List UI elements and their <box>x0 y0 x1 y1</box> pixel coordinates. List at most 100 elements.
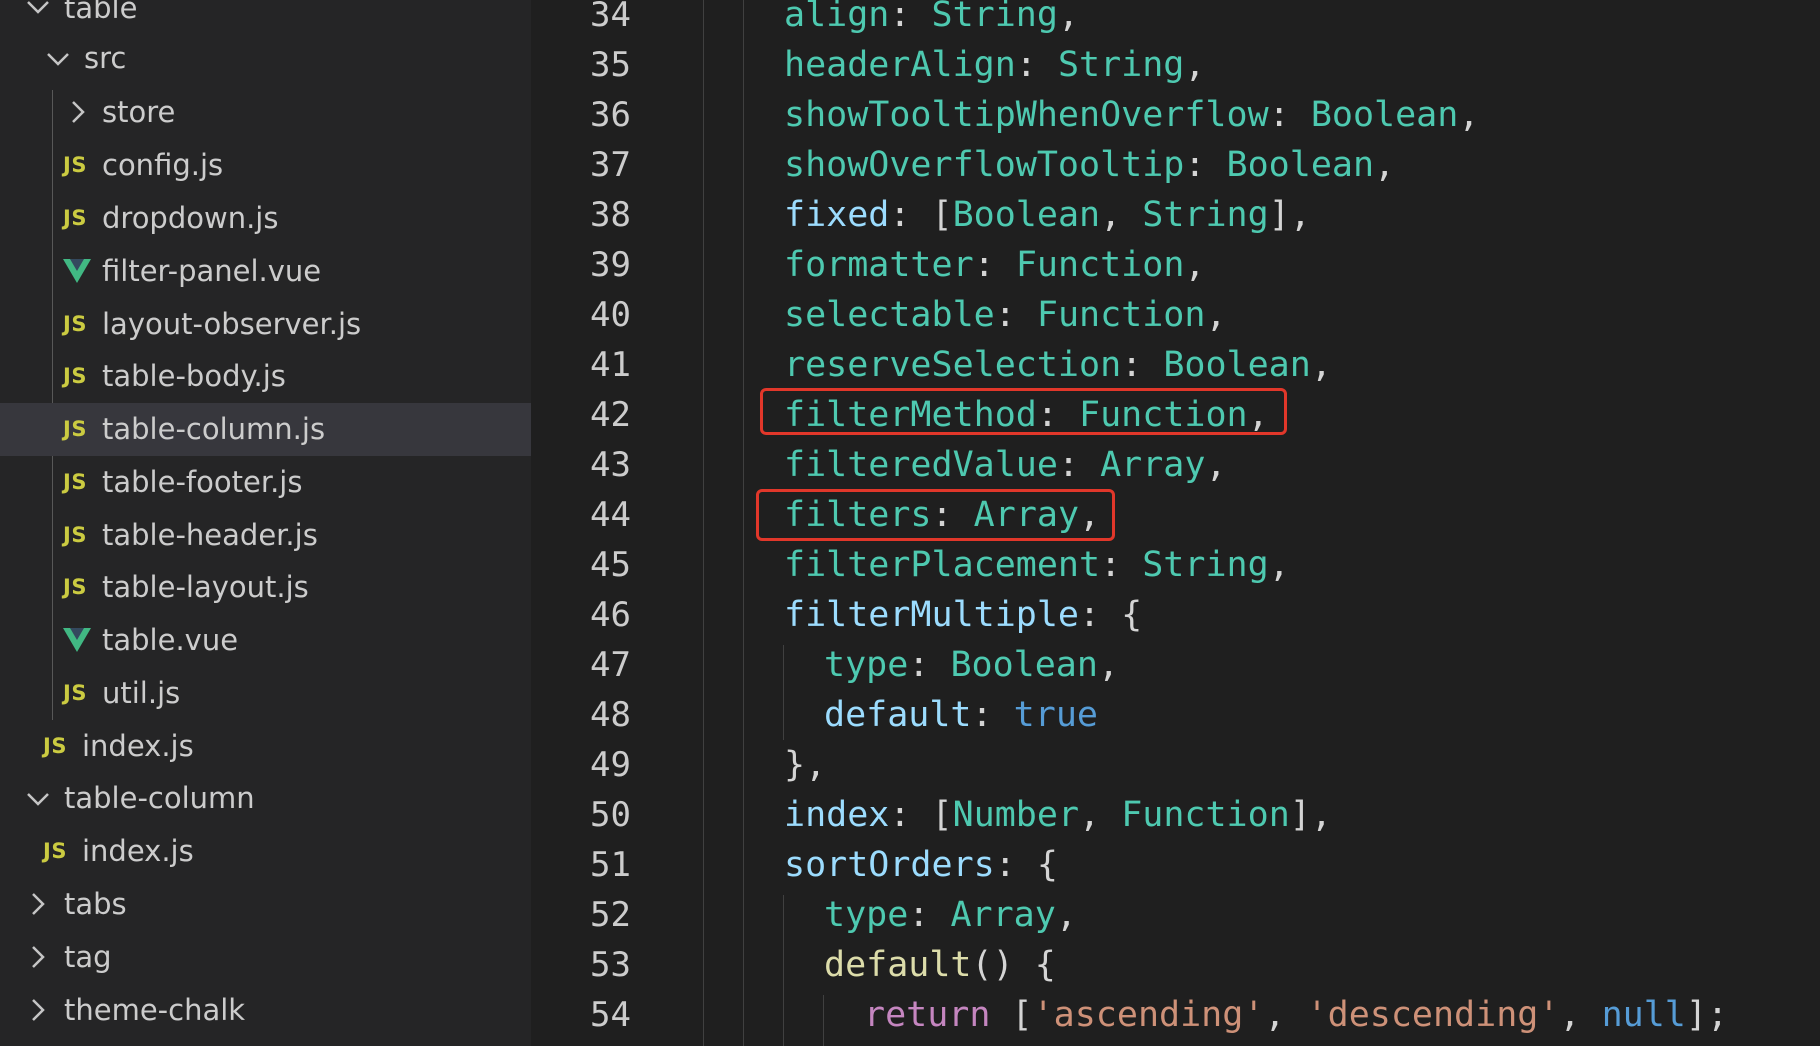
indent-guide <box>783 645 784 740</box>
tree-file-table-header-js[interactable]: JS table-header.js <box>0 509 531 562</box>
line-number: 42 <box>590 395 631 435</box>
chevron-right-icon <box>64 86 92 139</box>
tree-file-util-js[interactable]: JS util.js <box>0 667 531 720</box>
tree-folder-tag[interactable]: tag <box>0 931 531 984</box>
code-token: type <box>824 645 909 685</box>
code-line: sortOrders: { <box>784 840 1058 890</box>
code-editor[interactable]: 34 35 36 37 38 39 40 41 42 43 44 45 46 4… <box>531 0 1820 1046</box>
code-token: , <box>1055 895 1077 935</box>
code-line: filterPlacement: String, <box>784 540 1290 590</box>
code-token: filterPlacement <box>784 545 1101 585</box>
chevron-right-icon <box>24 878 52 931</box>
code-token: Boolean <box>952 195 1101 235</box>
code-line: selectable: Function, <box>784 290 1227 340</box>
code-line: index: [Number, Function], <box>784 790 1332 840</box>
code-line: formatter: Function, <box>784 240 1205 290</box>
code-line: reserveSelection: Boolean, <box>784 340 1332 390</box>
code-token: Boolean <box>950 645 1098 685</box>
code-token: String <box>931 0 1058 35</box>
line-number: 51 <box>590 845 631 885</box>
code-token: showOverflowTooltip <box>784 145 1185 185</box>
tree-label: util.js <box>102 676 181 710</box>
tree-file-index-js[interactable]: JS index.js <box>0 720 531 773</box>
code-token: , <box>1057 0 1080 35</box>
code-token: headerAlign <box>784 45 1016 85</box>
tree-label: table-header.js <box>102 518 318 552</box>
code-token: , <box>1559 995 1602 1035</box>
tree-file-index-js[interactable]: JS index.js <box>0 825 531 878</box>
highlight-box-filters <box>756 489 1115 541</box>
code-token: Boolean <box>1226 145 1375 185</box>
line-number: 44 <box>590 495 631 535</box>
code-token: [ <box>1011 995 1033 1035</box>
tree-label: store <box>102 95 176 129</box>
code-token: String <box>1057 45 1185 85</box>
code-token: () <box>971 945 1035 985</box>
tree-label: table.vue <box>102 623 239 657</box>
tree-label: index.js <box>82 834 194 868</box>
code-token: , <box>1310 345 1332 385</box>
code-token: , <box>1264 995 1307 1035</box>
tree-file-table-layout-js[interactable]: JS table-layout.js <box>0 561 531 614</box>
chevron-down-icon <box>44 32 72 85</box>
code-token: default <box>824 695 972 735</box>
js-file-icon: JS <box>63 312 87 336</box>
code-token: : <box>1184 145 1227 185</box>
code-token: , <box>1184 45 1206 85</box>
code-token: , <box>1205 445 1227 485</box>
code-token: 'descending' <box>1306 995 1560 1035</box>
code-token: align <box>784 0 890 35</box>
code-line: showTooltipWhenOverflow: Boolean, <box>784 90 1479 140</box>
code-token: Function <box>1036 295 1206 335</box>
code-token: Number <box>952 795 1080 835</box>
tree-file-table-body-js[interactable]: JS table-body.js <box>0 350 531 403</box>
code-line: }, <box>784 740 826 790</box>
code-token: formatter <box>784 245 974 285</box>
tree-folder-table[interactable]: table <box>0 0 531 35</box>
code-token: Array <box>1100 445 1206 485</box>
code-token: : <box>994 845 1037 885</box>
indent-guide <box>823 995 824 1046</box>
tree-label: table-column <box>64 781 255 815</box>
tree-file-table-column-js[interactable]: JS table-column.js <box>0 403 531 456</box>
code-token: : <box>973 245 1016 285</box>
code-token: ]; <box>1685 995 1729 1035</box>
line-number: 38 <box>590 195 631 235</box>
js-file-icon: JS <box>63 575 87 599</box>
tree-file-layout-observer-js[interactable]: JS layout-observer.js <box>0 298 531 351</box>
tree-file-table-vue[interactable]: table.vue <box>0 614 531 667</box>
tree-file-config-js[interactable]: JS config.js <box>0 139 531 192</box>
line-number: 40 <box>590 295 631 335</box>
code-token: ], <box>1268 195 1311 235</box>
code-token: : <box>908 895 951 935</box>
code-token: reserveSelection <box>784 345 1122 385</box>
tree-label: layout-observer.js <box>102 307 362 341</box>
line-number: 49 <box>590 745 631 785</box>
tree-folder-store[interactable]: store <box>0 86 531 139</box>
line-number: 54 <box>590 995 631 1035</box>
tree-file-dropdown-js[interactable]: JS dropdown.js <box>0 192 531 245</box>
code-token: selectable <box>784 295 995 335</box>
tree-file-filter-panel-vue[interactable]: filter-panel.vue <box>0 245 531 298</box>
js-file-icon: JS <box>63 523 87 547</box>
js-file-icon: JS <box>43 734 67 758</box>
tree-label: config.js <box>102 148 224 182</box>
tree-folder-theme-chalk[interactable]: theme-chalk <box>0 984 531 1037</box>
code-token: 'ascending' <box>1032 995 1265 1035</box>
js-file-icon: JS <box>63 470 87 494</box>
tree-folder-table-column[interactable]: table-column <box>0 772 531 825</box>
code-token: : <box>1268 95 1311 135</box>
code-token: : <box>889 0 932 35</box>
code-line: showOverflowTooltip: Boolean, <box>784 140 1395 190</box>
code-token: showTooltipWhenOverflow <box>784 95 1269 135</box>
line-number: 34 <box>590 0 631 35</box>
tree-label: dropdown.js <box>102 201 279 235</box>
tree-folder-tabs[interactable]: tabs <box>0 878 531 931</box>
code-token: fixed <box>784 195 890 235</box>
tree-file-table-footer-js[interactable]: JS table-footer.js <box>0 456 531 509</box>
code-line: align: String, <box>784 0 1079 40</box>
code-token: Boolean <box>1163 345 1311 385</box>
tree-folder-src[interactable]: src <box>0 32 531 85</box>
code-token: Function <box>1121 795 1290 835</box>
